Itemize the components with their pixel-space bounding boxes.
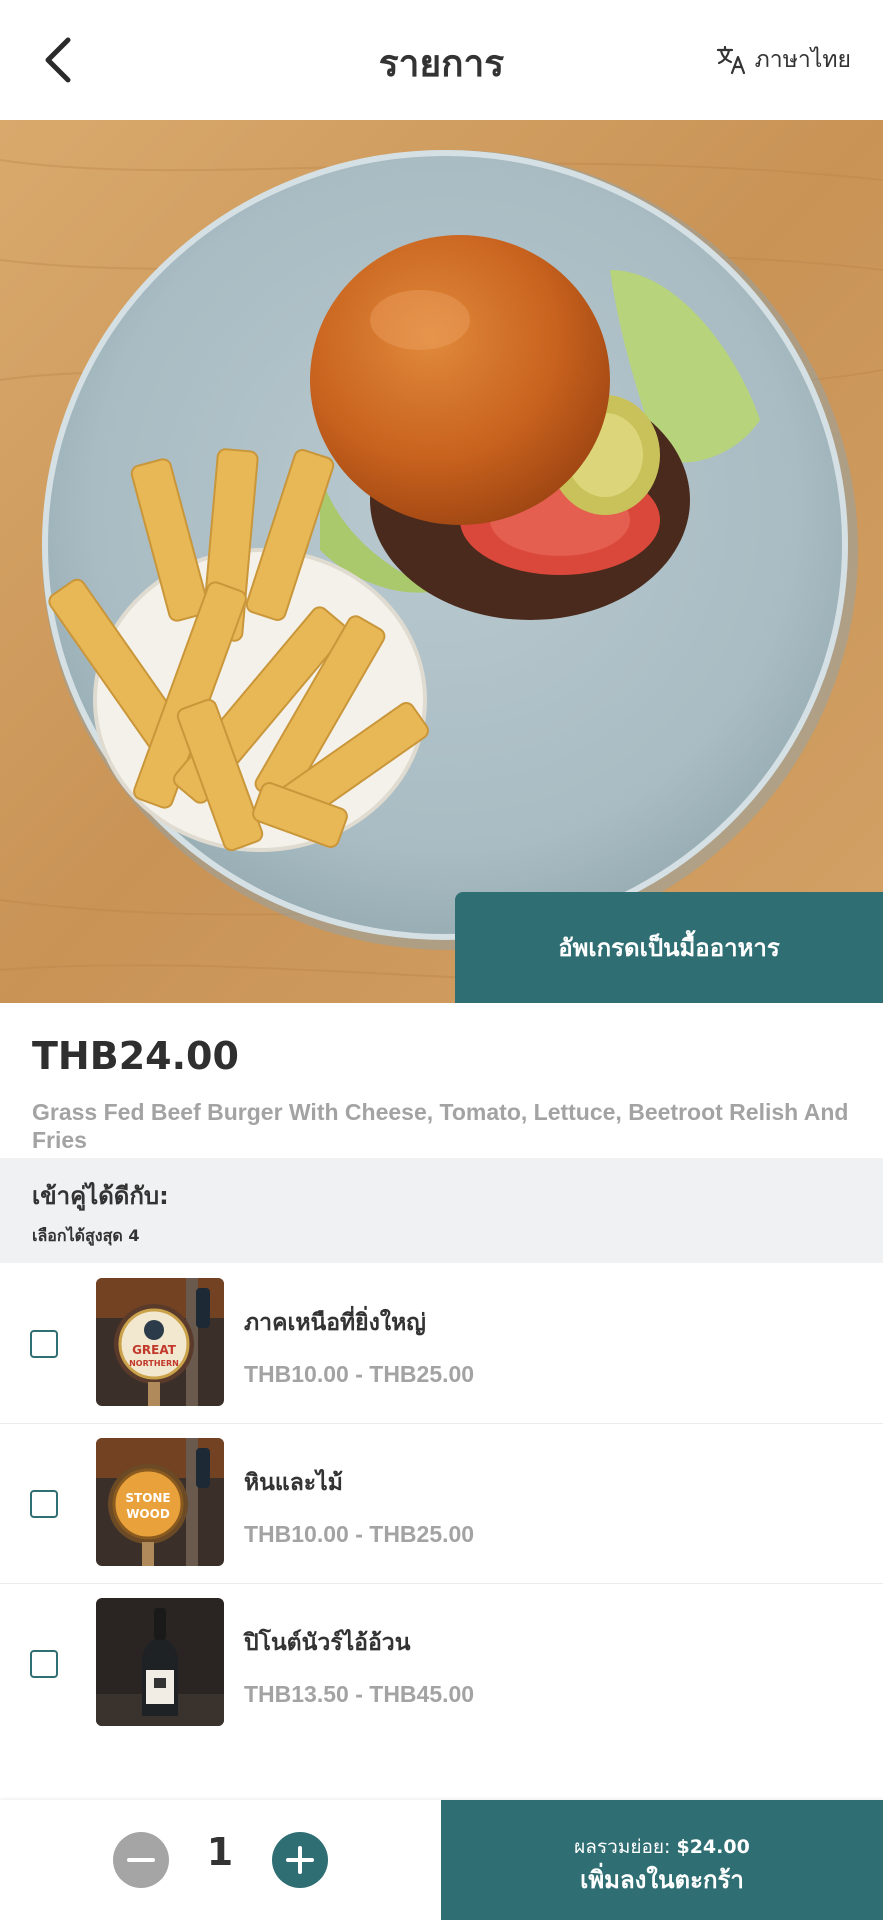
product-description: Grass Fed Beef Burger With Cheese, Tomat… [32,1099,849,1153]
product-price: THB24.00 [32,1034,239,1078]
item-name: หินและไม้ [244,1470,343,1496]
item-name: ปิโนต์นัวร์ไอ้อ้วน [244,1630,411,1656]
item-name: ภาคเหนือที่ยิ่งใหญ่ [244,1310,426,1336]
subtotal-label: ผลรวมย่อย: [574,1836,671,1858]
wine-bottle-icon [96,1598,224,1726]
item-thumbnail [96,1598,224,1726]
language-label: ภาษาไทย [754,47,851,73]
badge-top-text: STONE [125,1491,170,1505]
pairing-checkbox[interactable] [30,1650,58,1678]
subtotal-value: $24.00 [676,1836,750,1858]
pairing-item[interactable]: STONE WOOD หินและไม้ THB10.00 - THB25.00 [0,1423,883,1584]
beer-tap-badge-icon: GREAT NORTHERN [96,1278,224,1406]
add-to-cart-button[interactable]: ผลรวมย่อย: $24.00 เพิ่มลงในตะกร้า [441,1800,883,1920]
top-bar: รายการ ภาษาไทย [0,0,883,120]
minus-icon [127,1858,155,1862]
quantity-value: 1 [206,1830,234,1874]
item-thumbnail: GREAT NORTHERN [96,1278,224,1406]
decrease-quantity-button[interactable] [113,1832,169,1888]
pairing-checkbox[interactable] [30,1330,58,1358]
add-to-cart-label: เพิ่มลงในตะกร้า [580,1866,744,1894]
item-thumbnail: STONE WOOD [96,1438,224,1566]
language-button[interactable]: ภาษาไทย [715,42,851,78]
item-price: THB10.00 - THB25.00 [244,1521,475,1547]
bottom-action-bar: 1 ผลรวมย่อย: $24.00 เพิ่มลงในตะกร้า [0,1800,883,1920]
beer-tap-badge-icon: STONE WOOD [96,1438,224,1566]
translate-icon [716,45,745,75]
badge-bottom-text: NORTHERN [129,1359,179,1368]
product-image: อัพเกรดเป็นมื้ออาหาร [0,120,883,1003]
pairing-item[interactable]: ปิโนต์นัวร์ไอ้อ้วน THB13.50 - THB45.00 [0,1583,883,1743]
pairing-limit: เลือกได้สูงสุด 4 [32,1226,140,1245]
upgrade-to-meal-button[interactable]: อัพเกรดเป็นมื้ออาหาร [455,892,883,1003]
pairing-checkbox[interactable] [30,1490,58,1518]
plus-icon [286,1846,314,1874]
burger-and-fries-illustration [0,120,883,1003]
pairing-header: เข้าคู่ได้ดีกับ: เลือกได้สูงสุด 4 [0,1158,883,1263]
item-price: THB13.50 - THB45.00 [244,1681,475,1707]
item-price: THB10.00 - THB25.00 [244,1361,475,1387]
subtotal: ผลรวมย่อย: $24.00 [441,1832,883,1862]
pairing-title: เข้าคู่ได้ดีกับ: [32,1182,169,1210]
badge-top-text: GREAT [132,1343,177,1357]
increase-quantity-button[interactable] [272,1832,328,1888]
pairing-item[interactable]: GREAT NORTHERN ภาคเหนือที่ยิ่งใหญ่ THB10… [0,1263,883,1424]
badge-bottom-text: WOOD [126,1507,170,1521]
